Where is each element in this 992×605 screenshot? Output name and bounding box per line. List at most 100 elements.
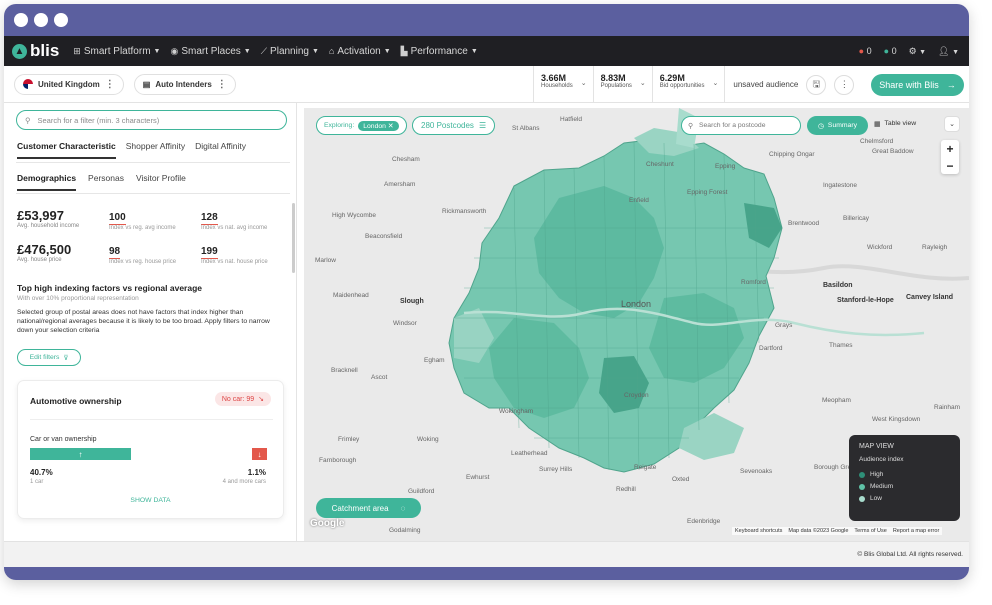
tab-visitor-profile[interactable]: Visitor Profile: [136, 173, 186, 191]
maximize-dot[interactable]: [54, 13, 68, 27]
london-chip[interactable]: London ✕: [358, 120, 399, 131]
caret-down-icon: ▼: [311, 47, 319, 55]
settings-menu[interactable]: ⚙ ▼: [909, 46, 927, 57]
place-label: Guildford: [408, 488, 435, 495]
tab-personas[interactable]: Personas: [88, 173, 124, 191]
place-label: Chesham: [392, 156, 420, 163]
section-heading: Top high indexing factors vs regional av…: [17, 283, 202, 293]
place-label: Redhill: [616, 486, 636, 493]
place-label: Grays: [775, 322, 793, 329]
stat-households[interactable]: 3.66M Households ⌄: [533, 66, 593, 103]
close-dot[interactable]: [14, 13, 28, 27]
show-data-link[interactable]: SHOW DATA: [18, 497, 283, 504]
place-label: Maidenhead: [333, 292, 369, 299]
legend-high: High: [859, 471, 950, 478]
place-label: Bracknell: [331, 367, 358, 374]
chevron-down-icon: ⌄: [580, 80, 587, 87]
index-nat-income: 128 Index vs nat. avg income: [201, 212, 268, 231]
red-notifications[interactable]: ● 0: [859, 46, 872, 56]
edit-filters-button[interactable]: Edit filters ⊽: [17, 349, 81, 366]
stat-bid-opportunities[interactable]: 6.29M Bid opportunities ⌄: [651, 66, 725, 103]
catchment-area-button[interactable]: Catchment area ◌: [316, 498, 421, 518]
place-label: Farnborough: [319, 457, 357, 464]
ownership-high-bar: ↑: [30, 448, 131, 460]
right-percentage: 1.1%: [247, 468, 266, 477]
keyboard-shortcuts-link[interactable]: Keyboard shortcuts: [735, 528, 782, 534]
tab-customer-characteristic[interactable]: Customer Characteristic: [17, 141, 116, 159]
place-label: Rainham: [934, 404, 961, 411]
blis-logo[interactable]: ▲ blis: [12, 41, 59, 61]
nav-smart-places[interactable]: ◉ Smart Places ▼: [170, 46, 250, 57]
legend-swatch: [859, 495, 865, 502]
gear-icon: ⚙: [908, 45, 917, 56]
stat-populations[interactable]: 8.83M Populations ⌄: [592, 66, 652, 103]
arrow-up-icon: ↑: [78, 449, 83, 459]
place-label: Cheshunt: [646, 161, 674, 168]
kebab-icon[interactable]: ⋮: [217, 79, 227, 90]
logo-text: blis: [30, 41, 60, 60]
nav-right: ● 0 ● 0 ⚙ ▼ 👤︎ ▼: [859, 46, 959, 57]
place-label: Stanford-le-Hope: [837, 297, 894, 304]
section-subheading: With over 10% proportional representatio…: [17, 295, 139, 302]
nav-performance[interactable]: ▙ Performance ▼: [401, 46, 478, 57]
green-notifications[interactable]: ● 0: [884, 46, 897, 56]
place-label: Brentwood: [788, 220, 820, 227]
app: ▲ blis ⊞ Smart Platform ▼ ◉ Smart Places ▼ ⟋…: [4, 36, 969, 567]
place-label: Canvey Island: [906, 294, 954, 301]
place-label: Meopham: [822, 397, 851, 404]
bar-chart-icon: ▙: [400, 45, 408, 56]
kebab-icon[interactable]: ⋮: [105, 79, 115, 90]
map-view[interactable]: Hatfield St Albans Chelmsford Great Badd…: [304, 108, 969, 541]
place-label: Billericay: [843, 215, 870, 222]
map-data-text: Map data ©2023 Google: [788, 528, 849, 534]
filter-search-input[interactable]: ⚲ Search for a filter (min. 3 characters…: [16, 110, 287, 130]
place-label: Sevenoaks: [740, 468, 773, 475]
characteristic-tabs: Customer Characteristic Shopper Affinity…: [17, 141, 246, 159]
report-error-link[interactable]: Report a map error: [893, 528, 939, 534]
compass-icon: ◉: [170, 45, 179, 56]
table-view-button[interactable]: ▦ Table view: [874, 120, 916, 128]
top-nav: ▲ blis ⊞ Smart Platform ▼ ◉ Smart Places ▼ ⟋…: [4, 36, 969, 66]
nav-planning[interactable]: ⟋ Planning ▼: [261, 46, 319, 57]
nav-smart-platform[interactable]: ⊞ Smart Platform ▼: [73, 46, 160, 57]
map-options-dropdown[interactable]: ⌄: [944, 116, 960, 132]
place-label: Amersham: [384, 181, 416, 188]
audience-selector[interactable]: ▤ Auto Intenders ⋮: [133, 73, 236, 95]
nav-activation[interactable]: ⌂ Activation ▼: [329, 46, 391, 57]
terms-link[interactable]: Terms of Use: [854, 528, 886, 534]
exploring-filter[interactable]: Exploring: London ✕: [316, 116, 407, 135]
place-label: Frimley: [338, 436, 360, 443]
tab-shopper-affinity[interactable]: Shopper Affinity: [126, 141, 185, 159]
tab-demographics[interactable]: Demographics: [17, 173, 77, 191]
toolbar: United Kingdom ⋮ ▤ Auto Intenders ⋮ 3.66…: [4, 66, 969, 103]
place-label: Romford: [741, 279, 766, 286]
place-label: Rayleigh: [922, 244, 948, 251]
save-icon[interactable]: 🖫︎: [806, 74, 827, 95]
postcode-search-input[interactable]: ⚲ Search for a postcode: [681, 116, 801, 135]
uk-flag-icon: [23, 79, 33, 89]
index-reg-income: 100 Index vs reg. avg income: [109, 212, 176, 231]
panel-scrollbar[interactable]: [292, 203, 295, 273]
place-label: Ewhurst: [466, 474, 490, 481]
search-icon: ⚲: [25, 115, 31, 125]
map-attribution: Keyboard shortcuts Map data ©2023 Google…: [732, 527, 943, 535]
postcodes-button[interactable]: 280 Postcodes ☰: [412, 116, 496, 135]
chevron-down-icon: ⌄: [949, 121, 955, 128]
place-label: Chelmsford: [860, 138, 894, 145]
legend-swatch: [859, 483, 865, 490]
zoom-out-button[interactable]: −: [946, 159, 953, 173]
circle-icon: ◌: [400, 503, 406, 513]
zoom-in-button[interactable]: +: [946, 142, 953, 156]
user-menu[interactable]: 👤︎ ▼: [938, 46, 959, 57]
logo-mark-icon: ▲: [12, 43, 27, 59]
chevron-down-icon: ⌄: [639, 80, 646, 87]
country-selector[interactable]: United Kingdom ⋮: [14, 73, 124, 95]
more-options-icon[interactable]: ⋮: [834, 74, 855, 95]
minimize-dot[interactable]: [34, 13, 48, 27]
place-label: Woking: [417, 436, 439, 443]
tab-digital-affinity[interactable]: Digital Affinity: [195, 141, 246, 159]
summary-button[interactable]: ◷ Summary: [807, 116, 868, 135]
metric-household-income: £53,997 Avg. household income: [17, 208, 80, 229]
divider: [16, 162, 290, 163]
share-button[interactable]: Share with Blis →: [871, 74, 964, 96]
